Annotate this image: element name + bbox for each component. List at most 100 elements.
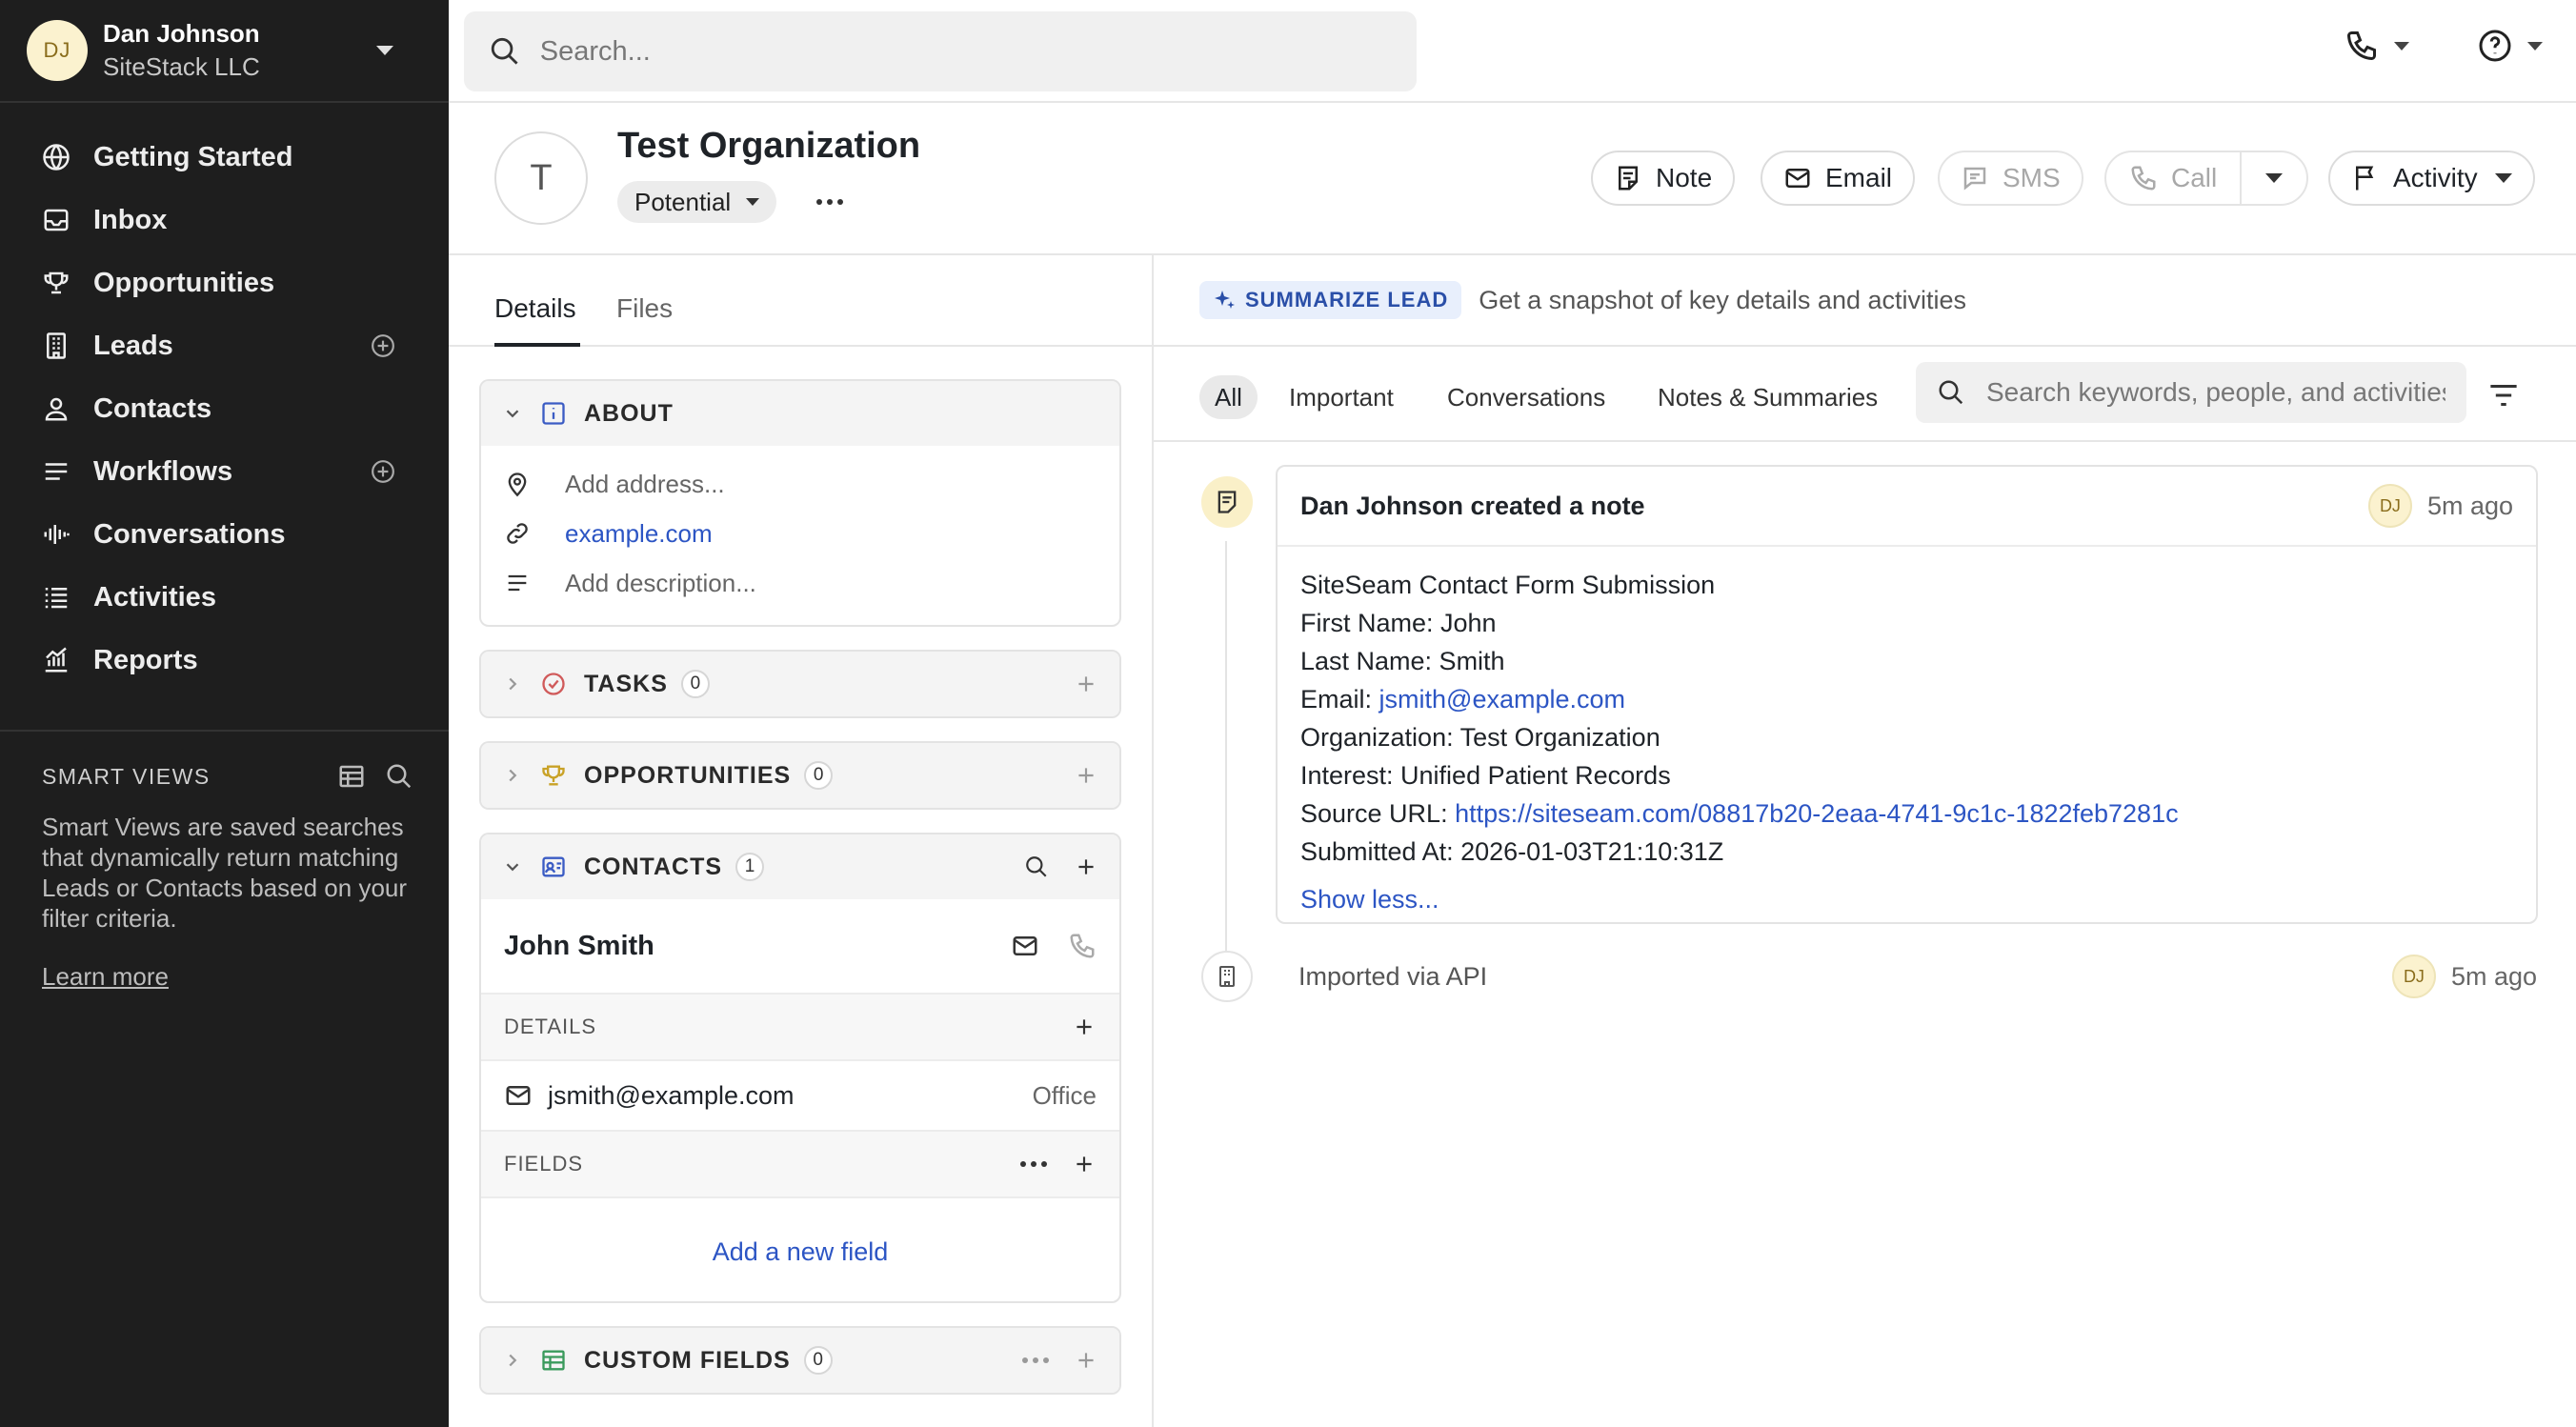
website-link[interactable]: example.com [565,519,713,549]
user-names: Dan Johnson SiteStack LLC [103,19,376,82]
note-source-link[interactable]: https://siteseam.com/08817b20-2eaa-4741-… [1455,799,2179,828]
contacts-header[interactable]: CONTACTS 1 [481,834,1119,899]
custom-fields-header[interactable]: CUSTOM FIELDS 0 [481,1328,1119,1393]
add-lead-icon[interactable] [371,333,395,358]
search-icon[interactable] [385,762,413,791]
help-menu[interactable] [2478,29,2543,63]
summarize-lead-button[interactable]: SUMMARIZE LEAD [1199,281,1462,319]
about-title: ABOUT [584,399,674,427]
tab-files[interactable]: Files [616,293,673,324]
sidebar-item-opportunities[interactable]: Opportunities [0,251,449,314]
opportunities-header[interactable]: OPPORTUNITIES 0 [481,743,1119,808]
user-switcher[interactable]: DJ Dan Johnson SiteStack LLC [0,0,449,103]
contact-email: jsmith@example.com [548,1080,795,1110]
table-icon [542,1350,565,1371]
note-line: Organization: Test Organization [1300,723,1660,752]
filter-all[interactable]: All [1199,375,1258,419]
trophy-icon [44,271,69,294]
person-icon [45,397,68,421]
contact-email-row[interactable]: jsmith@example.com Office [481,1061,1119,1132]
page-title[interactable]: Test Organization [617,126,920,167]
add-workflow-icon[interactable] [371,459,395,484]
note-line: Submitted At: 2026-01-03T21:10:31Z [1300,837,1724,866]
chevron-down-icon [746,198,760,206]
tasks-header[interactable]: TASKS 0 [481,652,1119,716]
sidebar-item-leads[interactable]: Leads [0,314,449,377]
filter-icon[interactable] [2487,381,2520,410]
note-button[interactable]: Note [1591,151,1736,206]
call-options-dropdown[interactable] [2242,173,2306,183]
sidebar-item-label: Activities [93,581,216,613]
search-icon [1939,380,1963,405]
status-dropdown[interactable]: Potential [617,181,777,223]
add-detail-icon[interactable] [1072,1015,1097,1039]
opportunities-count-badge: 0 [804,761,834,790]
description-field[interactable]: Add description... [481,558,1119,608]
phone-menu[interactable] [2345,29,2409,63]
note-timestamp: 5m ago [2426,491,2513,520]
activity-button[interactable]: Activity [2328,151,2535,206]
ellipsis-icon[interactable] [1022,1357,1049,1363]
filter-notes-summaries[interactable]: Notes & Summaries [1658,375,1878,419]
email-button[interactable]: Email [1761,151,1916,206]
note-activity-card[interactable]: Dan Johnson created a note DJ 5m ago Sit… [1276,465,2538,924]
chevron-down-icon [506,863,519,872]
chat-icon [1963,167,1986,191]
chevron-right-icon [509,1354,517,1367]
more-options-button[interactable] [811,185,849,219]
note-email-link[interactable]: jsmith@example.com [1379,685,1625,714]
search-input[interactable] [539,35,1392,68]
sidebar-item-reports[interactable]: Reports [0,629,449,692]
note-line: Interest: Unified Patient Records [1300,761,1671,790]
ellipsis-icon[interactable] [1020,1161,1047,1167]
chevron-down-icon[interactable] [376,46,393,55]
website-field[interactable]: example.com [481,509,1119,558]
activity-search-input[interactable] [1986,377,2445,408]
tab-details[interactable]: Details [494,293,576,324]
filter-important[interactable]: Important [1289,375,1394,419]
chevron-right-icon [509,677,517,691]
smart-views-title: SMART VIEWS [42,763,211,789]
add-new-field-link[interactable]: Add a new field [481,1198,1119,1301]
sidebar-item-label: Reports [93,644,198,675]
note-header: Dan Johnson created a note DJ 5m ago [1278,467,2536,547]
chart-icon [45,647,68,673]
add-contact-icon[interactable] [1074,854,1098,879]
call-button[interactable]: Call [2106,152,2243,204]
tasks-title: TASKS [584,670,668,697]
address-field[interactable]: Add address... [481,459,1119,509]
sidebar-item-conversations[interactable]: Conversations [0,503,449,566]
chevron-down-icon [2265,173,2284,183]
add-task-icon[interactable] [1074,672,1098,696]
tasks-count-badge: 0 [680,670,710,698]
sidebar-item-label: Opportunities [93,267,275,298]
add-custom-field-icon[interactable] [1074,1348,1098,1373]
timeline-line [1225,541,1227,989]
sidebar-item-contacts[interactable]: Contacts [0,377,449,440]
summarize-lead-label: SUMMARIZE LEAD [1245,288,1449,312]
filter-conversations[interactable]: Conversations [1447,375,1605,419]
global-search[interactable] [464,11,1417,91]
phone-icon [2346,31,2376,61]
sidebar-item-workflows[interactable]: Workflows [0,440,449,503]
note-title: Dan Johnson created a note [1300,491,1645,520]
about-header[interactable]: ABOUT [481,381,1119,446]
sidebar-item-getting-started[interactable]: Getting Started [0,126,449,189]
sidebar-item-activities[interactable]: Activities [0,566,449,629]
mail-icon[interactable] [1011,932,1039,960]
chevron-down-icon [2527,41,2543,50]
contact-name[interactable]: John Smith [504,931,982,962]
sidebar-nav: Getting Started Inbox Opportunities Lead… [0,103,449,692]
table-icon[interactable] [337,762,366,791]
add-field-icon[interactable] [1072,1152,1097,1176]
sms-button[interactable]: SMS [1938,151,2083,206]
show-less-link[interactable]: Show less... [1300,880,2513,918]
phone-icon[interactable] [1068,932,1097,960]
list-icon [45,463,68,480]
sidebar-item-inbox[interactable]: Inbox [0,189,449,251]
learn-more-link[interactable]: Learn more [42,962,169,992]
activity-search[interactable] [1916,362,2466,423]
add-opportunity-icon[interactable] [1074,763,1098,788]
search-icon[interactable] [1024,854,1049,879]
active-tab-indicator [494,343,580,347]
